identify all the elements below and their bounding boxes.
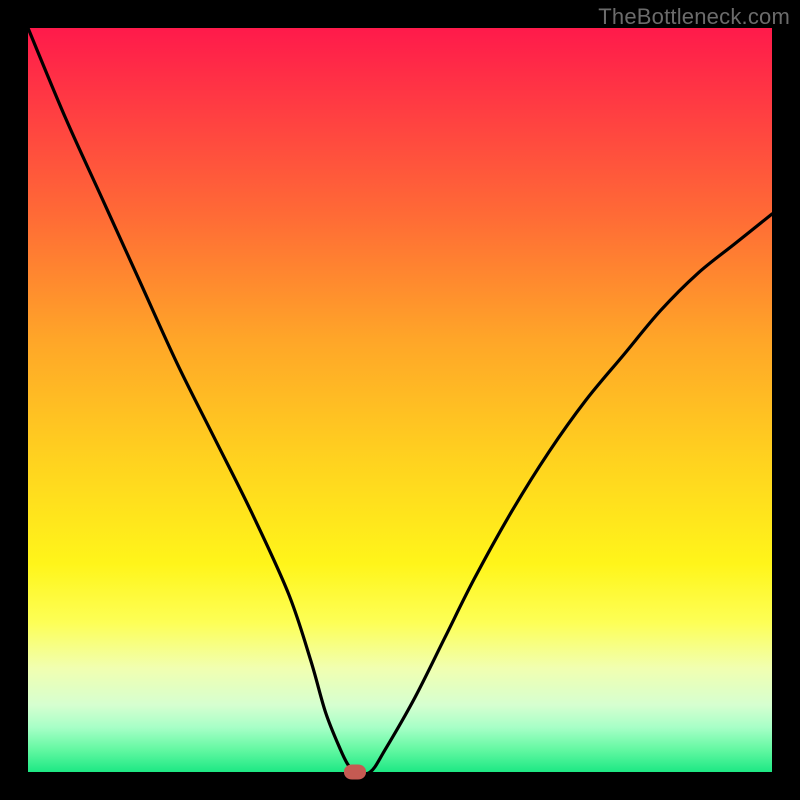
watermark-text: TheBottleneck.com (598, 4, 790, 30)
curve-path (28, 28, 772, 774)
bottleneck-curve (28, 28, 772, 772)
chart-plot-area (28, 28, 772, 772)
optimal-point-marker (344, 765, 366, 780)
chart-frame: TheBottleneck.com (0, 0, 800, 800)
